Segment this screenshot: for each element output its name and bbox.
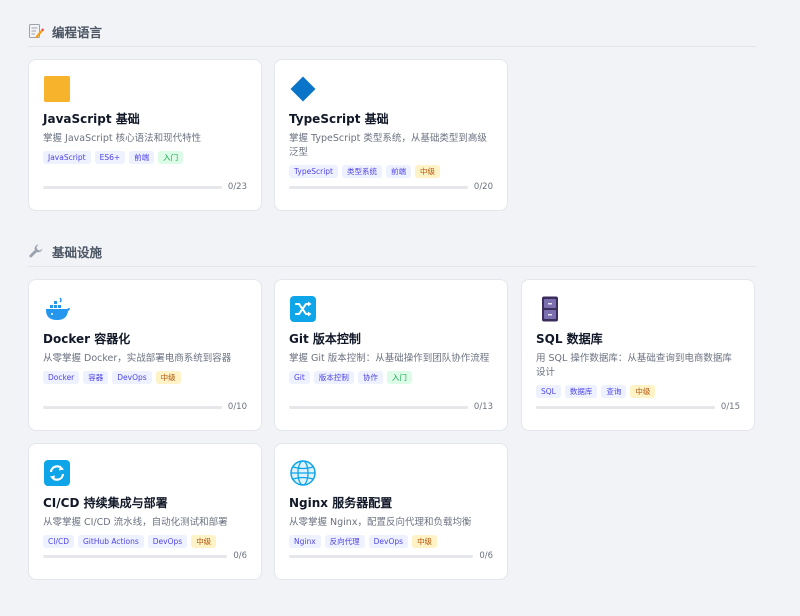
level-badge: 入门: [158, 151, 184, 164]
tag: Git: [289, 371, 310, 384]
tag: Docker: [43, 371, 80, 384]
section-infrastructure: 基础设施 Docker 容器化 从零掌握 Docker，实战部署电商系统到容器 …: [28, 241, 756, 591]
tag: DevOps: [368, 535, 409, 548]
progress: 0/20: [289, 182, 493, 192]
tag: CI/CD: [43, 535, 74, 548]
section-title: 基础设施: [52, 244, 103, 260]
section-programming-languages: 编程语言 JavaScript 基础 掌握 JavaScript 核心语法和现代…: [28, 21, 756, 221]
progress-bar: [289, 554, 474, 558]
progress: 0/10: [43, 402, 247, 412]
course-card-git[interactable]: Git 版本控制 掌握 Git 版本控制：从基础操作到团队协作流程 Git 版本…: [274, 279, 508, 431]
progress-count: 0/13: [473, 402, 493, 412]
course-description: 掌握 JavaScript 核心语法和现代特性: [43, 133, 202, 144]
tag: 前端: [129, 151, 155, 164]
course-title: TypeScript 基础: [289, 112, 389, 126]
course-card-docker[interactable]: Docker 容器化 从零掌握 Docker，实战部署电商系统到容器 Docke…: [28, 279, 262, 431]
tag-list: TypeScript 类型系统 前端 中级: [289, 165, 493, 178]
tag: 前端: [385, 165, 411, 178]
docker-whale-icon: [46, 297, 70, 320]
section-divider: [28, 266, 756, 267]
progress: 0/15: [536, 402, 740, 412]
section-divider: [28, 46, 756, 47]
tag-list: Docker 容器 DevOps 中级: [43, 371, 247, 384]
cicd-refresh-icon: [44, 460, 70, 486]
wrench-icon: [29, 244, 43, 258]
progress-count: 0/20: [473, 182, 493, 192]
progress-bar: [43, 554, 228, 558]
course-title: Docker 容器化: [43, 332, 131, 346]
level-badge: 中级: [155, 371, 181, 384]
progress-count: 0/6: [479, 551, 493, 561]
tag: DevOps: [112, 371, 152, 384]
progress-bar: [43, 185, 222, 189]
javascript-logo-icon: [44, 76, 70, 102]
section-header: 基础设施: [28, 241, 756, 261]
database-cabinet-icon: [542, 296, 558, 322]
tag-list: CI/CD GitHub Actions DevOps 中级: [43, 535, 247, 548]
course-description: 从零掌握 CI/CD 流水线，自动化测试和部署: [43, 517, 228, 528]
course-title: JavaScript 基础: [43, 112, 140, 126]
tag: 容器: [83, 371, 109, 384]
level-badge: 入门: [386, 371, 412, 384]
memo-icon: [29, 24, 44, 38]
course-description: 从零掌握 Nginx，配置反向代理和负载均衡: [289, 517, 472, 528]
progress: 0/13: [289, 402, 493, 412]
course-title: Git 版本控制: [289, 332, 361, 346]
tag: JavaScript: [43, 151, 91, 164]
tag-list: JavaScript ES6+ 前端 入门: [43, 151, 247, 164]
tag: TypeScript: [289, 165, 338, 178]
globe-icon: [290, 460, 316, 486]
course-description: 用 SQL 操作数据库：从基础查询到电商数据库设计: [536, 353, 732, 378]
course-title: Nginx 服务器配置: [289, 496, 393, 510]
progress: 0/23: [43, 182, 247, 192]
progress-bar: [43, 405, 222, 409]
tag: GitHub Actions: [78, 535, 144, 548]
progress: 0/6: [289, 551, 493, 561]
tag: 反向代理: [324, 535, 365, 548]
section-header: 编程语言: [28, 21, 756, 41]
level-badge: 中级: [414, 165, 440, 178]
typescript-diamond-icon: [290, 76, 316, 102]
tag: DevOps: [147, 535, 188, 548]
progress-count: 0/10: [227, 402, 247, 412]
tag-list: Nginx 反向代理 DevOps 中级: [289, 535, 493, 548]
tag: 数据库: [564, 385, 598, 398]
course-card-sql[interactable]: SQL 数据库 用 SQL 操作数据库：从基础查询到电商数据库设计 SQL 数据…: [521, 279, 755, 431]
course-title: CI/CD 持续集成与部署: [43, 496, 168, 510]
git-shuffle-icon: [290, 296, 316, 322]
progress-bar: [289, 185, 468, 189]
course-title: SQL 数据库: [536, 332, 603, 346]
progress-bar: [289, 405, 468, 409]
course-description: 掌握 TypeScript 类型系统，从基础类型到高级泛型: [289, 133, 487, 158]
course-card-typescript[interactable]: TypeScript 基础 掌握 TypeScript 类型系统，从基础类型到高…: [274, 59, 508, 211]
course-card-cicd[interactable]: CI/CD 持续集成与部署 从零掌握 CI/CD 流水线，自动化测试和部署 CI…: [28, 443, 262, 580]
tag-list: Git 版本控制 协作 入门: [289, 371, 493, 384]
tag: 查询: [601, 385, 627, 398]
tag: 类型系统: [341, 165, 382, 178]
level-badge: 中级: [191, 535, 217, 548]
tag: Nginx: [289, 535, 321, 548]
tag: 协作: [357, 371, 383, 384]
tag: 版本控制: [313, 371, 354, 384]
progress: 0/6: [43, 551, 247, 561]
section-title: 编程语言: [52, 24, 103, 40]
progress-bar: [536, 405, 715, 409]
course-card-nginx[interactable]: Nginx 服务器配置 从零掌握 Nginx，配置反向代理和负载均衡 Nginx…: [274, 443, 508, 580]
course-description: 掌握 Git 版本控制：从基础操作到团队协作流程: [289, 353, 490, 364]
tag: ES6+: [94, 151, 126, 164]
level-badge: 中级: [412, 535, 438, 548]
course-card-javascript[interactable]: JavaScript 基础 掌握 JavaScript 核心语法和现代特性 Ja…: [28, 59, 262, 211]
tag: SQL: [536, 385, 561, 398]
progress-count: 0/15: [720, 402, 740, 412]
course-description: 从零掌握 Docker，实战部署电商系统到容器: [43, 353, 232, 364]
tag-list: SQL 数据库 查询 中级: [536, 385, 740, 398]
progress-count: 0/23: [227, 182, 247, 192]
level-badge: 中级: [630, 385, 656, 398]
progress-count: 0/6: [233, 551, 247, 561]
